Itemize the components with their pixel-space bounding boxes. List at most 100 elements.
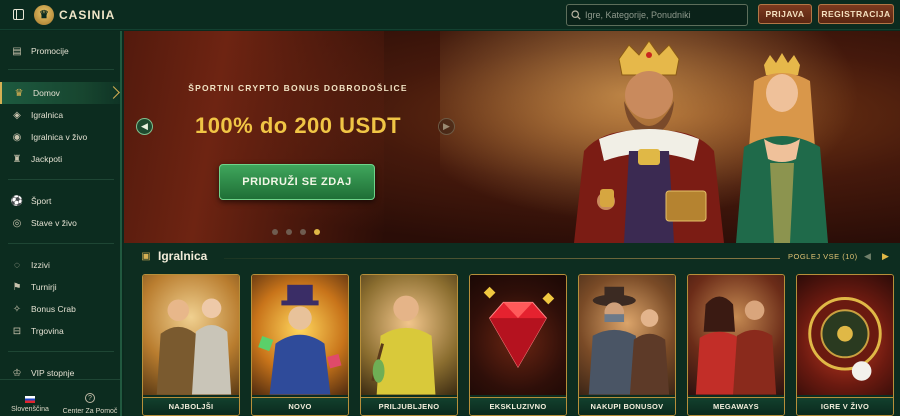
sidebar-item-bonus-crab[interactable]: ✧ Bonus Crab bbox=[0, 298, 120, 320]
sidebar: ▤ Promocije ♛ Domov ◈ Igralnica ◉ Igraln… bbox=[0, 31, 122, 416]
sidebar-item-label: Igralnica v živo bbox=[31, 132, 88, 142]
couple-characters-art bbox=[688, 275, 784, 395]
sidebar-item-label: Igralnica bbox=[31, 110, 64, 120]
sidebar-divider bbox=[8, 351, 114, 352]
sidebar-item-izzivi[interactable]: ◌ Izzivi bbox=[0, 254, 120, 276]
casino-section-icon: ▣ bbox=[141, 250, 151, 262]
crown-icon: ♛ bbox=[14, 87, 24, 99]
brand-logo[interactable]: ♛ CASINIA bbox=[34, 4, 116, 25]
sidebar-toggle-button[interactable] bbox=[6, 0, 30, 30]
sidebar-footer: Slovenščina ? Center Za Pomoč bbox=[0, 379, 120, 416]
carousel-dot[interactable] bbox=[272, 229, 278, 235]
game-card-label: NAKUPI BONUSOV bbox=[579, 397, 675, 415]
king-illustration bbox=[574, 41, 724, 243]
game-card-label: PRILJUBLJENO bbox=[361, 397, 457, 415]
game-category-list: NAJBOLJŠI NOVO PRILJUBLJENO EKSKLUZIVNO … bbox=[142, 274, 900, 416]
login-button[interactable]: PRIJAVA bbox=[758, 4, 812, 24]
carousel-next-icon[interactable]: ▶ bbox=[882, 251, 894, 263]
game-card-megaways[interactable]: MEGAWAYS bbox=[687, 274, 785, 416]
carousel-prev-icon[interactable]: ◀ bbox=[864, 251, 876, 263]
sidebar-item-stave-v-zivo[interactable]: ◎ Stave v živo bbox=[0, 212, 120, 234]
hero-headline: 100% do 200 USDT bbox=[194, 113, 402, 138]
hero-next-arrow-icon[interactable]: ▶ bbox=[438, 118, 455, 135]
help-center-label: Center Za Pomoč bbox=[62, 408, 118, 415]
sidebar-item-label: VIP stopnje bbox=[31, 368, 75, 378]
register-button[interactable]: REGISTRACIJA bbox=[818, 4, 894, 24]
trophy-icon: ♜ bbox=[12, 153, 22, 165]
live-casino-icon: ◉ bbox=[12, 131, 22, 143]
help-icon: ? bbox=[85, 393, 95, 403]
sidebar-item-label: Jackpoti bbox=[31, 154, 63, 164]
carousel-dot[interactable] bbox=[300, 229, 306, 235]
sidebar-item-igralnica-v-zivo[interactable]: ◉ Igralnica v živo bbox=[0, 126, 120, 148]
crab-icon: ✧ bbox=[12, 303, 22, 315]
fisherman-art bbox=[361, 275, 457, 395]
section-title: Igralnica bbox=[158, 249, 208, 263]
game-card-novo[interactable]: NOVO bbox=[251, 274, 349, 416]
sidebar-item-label: Promocije bbox=[31, 46, 69, 56]
main-content: ŠPORTNI CRYPTO BONUS DOBRODOŠLICE 100% d… bbox=[124, 31, 900, 416]
cowboy-outlaws-art bbox=[579, 275, 675, 395]
roulette-wheel-art bbox=[797, 275, 893, 395]
search-input[interactable] bbox=[585, 10, 741, 20]
live-bet-icon: ◎ bbox=[12, 217, 22, 229]
search-box[interactable] bbox=[566, 4, 748, 26]
sidebar-item-label: Trgovina bbox=[31, 326, 64, 336]
casino-icon: ◈ bbox=[13, 109, 21, 121]
game-card-najboljsi[interactable]: NAJBOLJŠI bbox=[142, 274, 240, 416]
search-icon bbox=[567, 5, 585, 25]
game-card-label: MEGAWAYS bbox=[688, 397, 784, 415]
section-header: ▣ Igralnica bbox=[140, 249, 207, 263]
sidebar-item-sport[interactable]: ⚽ Šport bbox=[0, 190, 120, 212]
section-divider bbox=[224, 258, 780, 259]
brand-name: CASINIA bbox=[59, 7, 116, 22]
tournament-icon: ⚑ bbox=[12, 281, 22, 293]
game-card-label: IGRE V ŽIVO bbox=[797, 397, 893, 415]
sidebar-divider bbox=[8, 243, 114, 244]
view-all-link[interactable]: POGLEJ VSE (10) bbox=[788, 252, 858, 261]
sidebar-item-igralnica[interactable]: ◈ Igralnica bbox=[0, 104, 120, 126]
help-center-link[interactable]: ? Center Za Pomoč bbox=[60, 380, 120, 416]
sidebar-item-trgovina[interactable]: ⊟ Trgovina bbox=[0, 320, 120, 342]
hero-banner[interactable]: ŠPORTNI CRYPTO BONUS DOBRODOŠLICE 100% d… bbox=[124, 31, 900, 243]
sidebar-toggle-icon bbox=[12, 9, 24, 20]
shop-icon: ⊟ bbox=[12, 325, 22, 337]
vip-icon: ♔ bbox=[12, 367, 22, 379]
sidebar-item-turnirji[interactable]: ⚑ Turnirji bbox=[0, 276, 120, 298]
carousel-dot[interactable] bbox=[286, 229, 292, 235]
game-card-nakupi-bonusov[interactable]: NAKUPI BONUSOV bbox=[578, 274, 676, 416]
sidebar-item-label: Bonus Crab bbox=[31, 304, 76, 314]
football-icon: ⚽ bbox=[10, 195, 24, 207]
magician-art bbox=[252, 275, 348, 395]
explorer-characters-art bbox=[143, 275, 239, 395]
sidebar-item-domov[interactable]: ♛ Domov bbox=[0, 82, 120, 104]
ruby-gem-art bbox=[470, 275, 566, 395]
game-card-priljubljeno[interactable]: PRILJUBLJENO bbox=[360, 274, 458, 416]
sidebar-divider bbox=[8, 69, 114, 70]
game-card-label: NOVO bbox=[252, 397, 348, 415]
language-label: Slovenščina bbox=[11, 406, 49, 413]
sidebar-item-label: Šport bbox=[31, 196, 52, 206]
sidebar-divider bbox=[8, 179, 114, 180]
sidebar-item-label: Domov bbox=[33, 88, 60, 98]
hero-subtitle: ŠPORTNI CRYPTO BONUS DOBRODOŠLICE bbox=[188, 83, 408, 93]
game-card-ekskluzivno[interactable]: EKSKLUZIVNO bbox=[469, 274, 567, 416]
language-selector[interactable]: Slovenščina bbox=[0, 380, 60, 416]
join-now-button[interactable]: PRIDRUŽI SE ZDAJ bbox=[219, 164, 375, 200]
sidebar-item-label: Turnirji bbox=[31, 282, 57, 292]
carousel-dot-active[interactable] bbox=[314, 229, 320, 235]
hero-prev-arrow-icon[interactable]: ◀ bbox=[136, 118, 153, 135]
challenge-icon: ◌ bbox=[14, 259, 20, 271]
queen-illustration bbox=[736, 53, 828, 243]
game-card-igre-v-zivo[interactable]: IGRE V ŽIVO bbox=[796, 274, 894, 416]
sidebar-item-label: Izzivi bbox=[31, 260, 50, 270]
slovenia-flag-icon bbox=[25, 396, 35, 403]
sidebar-item-jackpoti[interactable]: ♜ Jackpoti bbox=[0, 148, 120, 170]
hero-pagination bbox=[272, 229, 320, 235]
game-card-label: NAJBOLJŠI bbox=[143, 397, 239, 415]
sidebar-item-promocije[interactable]: ▤ Promocije bbox=[0, 40, 120, 62]
gift-icon: ▤ bbox=[12, 45, 22, 57]
game-card-label: EKSKLUZIVNO bbox=[470, 397, 566, 415]
top-header: ♛ CASINIA PRIJAVA REGISTRACIJA bbox=[0, 0, 900, 30]
crown-logo-icon: ♛ bbox=[34, 4, 54, 25]
